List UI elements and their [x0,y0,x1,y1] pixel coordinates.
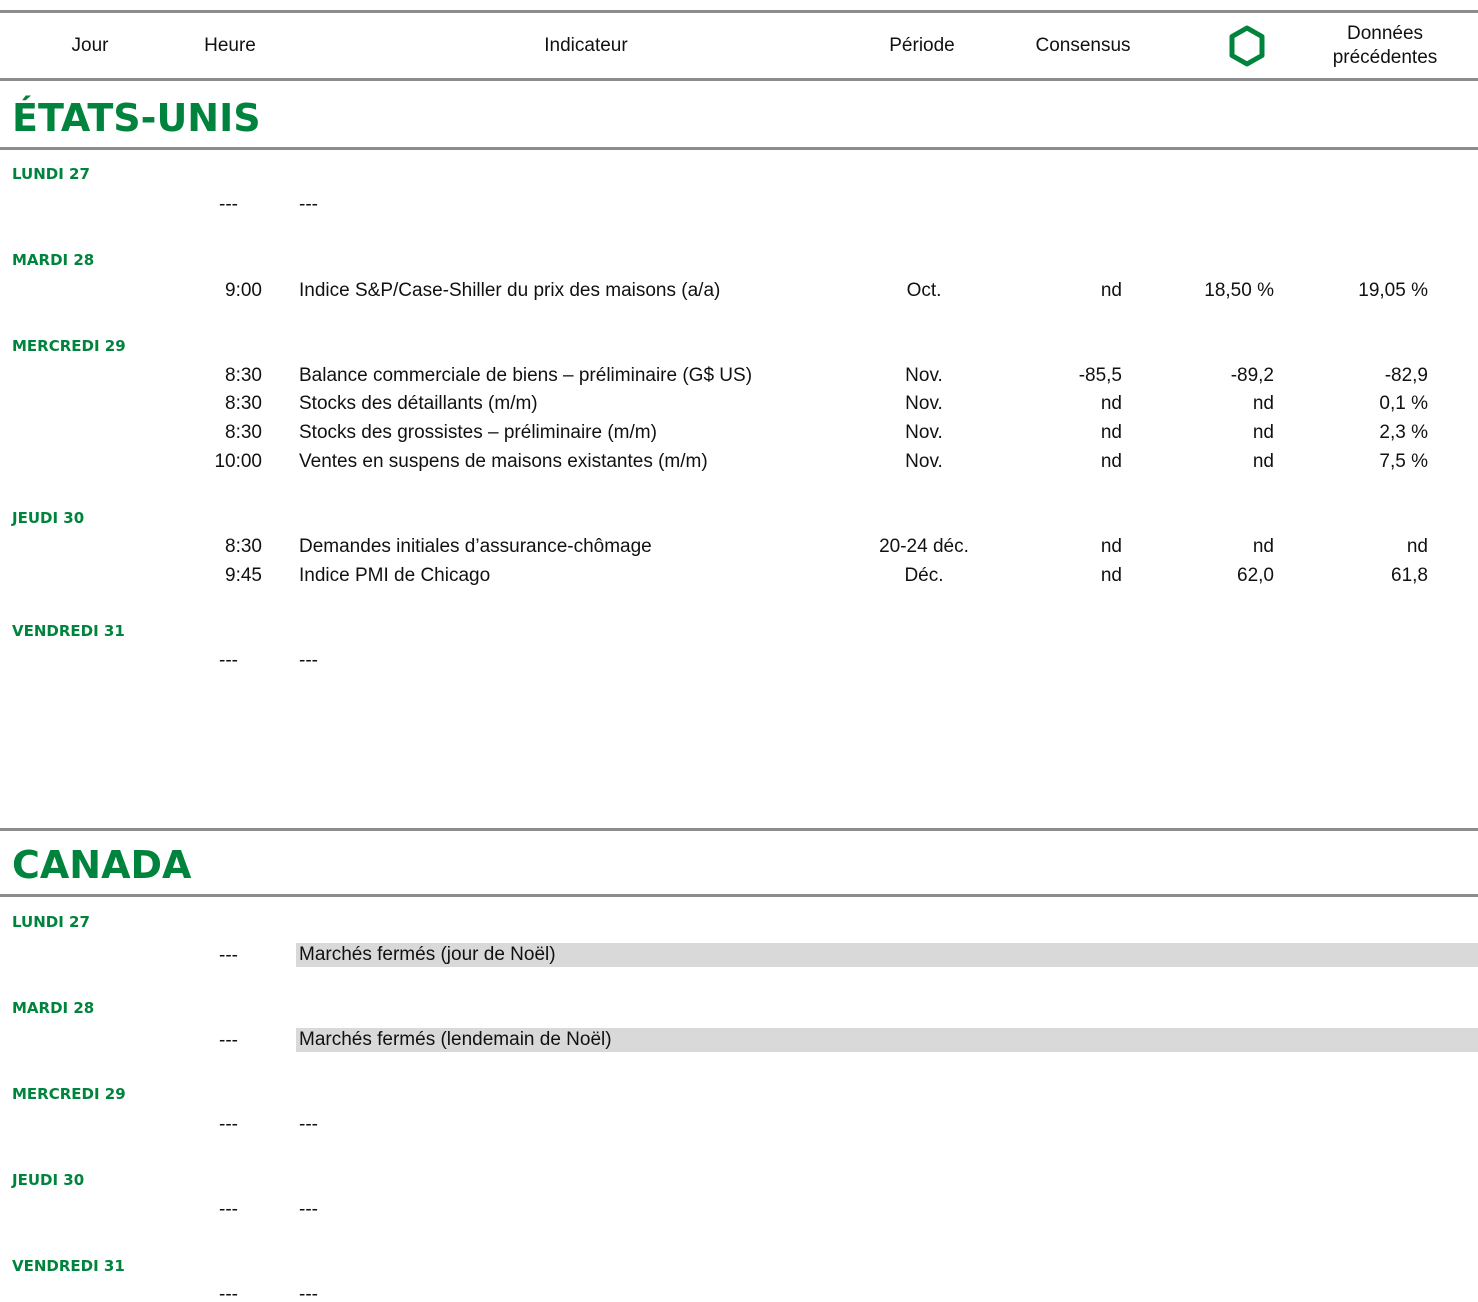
indicator-cell: Indice PMI de Chicago [299,565,491,586]
top-rule [0,10,1478,13]
consensus-cell: nd [1100,422,1122,443]
period-cell: Nov. [905,422,943,443]
us-section-title: ÉTATS-UNIS [12,96,261,140]
period-cell: Nov. [905,451,943,472]
td-forecast-cell: 18,50 % [1204,280,1274,301]
day-label: LUNDI 27 [12,165,90,183]
indicator-cell: Stocks des grossistes – préliminaire (m/… [299,422,657,443]
previous-cell: nd [1406,536,1428,557]
time-cell: 9:00 [225,280,262,301]
table-row: 9:00 Indice S&P/Case-Shiller du prix des … [0,276,1478,305]
table-row: --- --- [0,646,1478,675]
time-cell: 8:30 [225,422,262,443]
indicator-cell: Ventes en suspens de maisons existantes … [299,451,708,472]
day-label: LUNDI 27 [12,913,90,931]
period-cell: Nov. [905,365,943,386]
table-row: 8:30 Demandes initiales d’assurance-chôma… [0,532,1478,561]
time-cell: --- [219,945,238,966]
period-cell: Déc. [904,565,944,586]
table-row: 9:45 Indice PMI de Chicago Déc. nd 62,0 61,8 [0,561,1478,590]
table-header: Jour Heure Indicateur Période Consensus … [0,14,1478,78]
day-label: JEUDI 30 [12,1171,85,1189]
canada-top-rule [0,828,1478,831]
time-cell: --- [219,650,238,671]
canada-section-title: CANADA [12,843,192,887]
previous-cell: 61,8 [1391,565,1428,586]
indicator-cell: --- [299,1114,318,1135]
header-donnees-line2: précédentes [1332,47,1438,68]
day-label: MERCREDI 29 [12,337,126,355]
day-label: VENDREDI 31 [12,622,125,640]
period-cell: Nov. [905,393,943,414]
time-cell: 8:30 [225,365,262,386]
header-donnees-line1: Données [1346,23,1424,44]
previous-cell: 7,5 % [1379,451,1428,472]
header-donnees-precedentes: Données précédentes [1305,14,1465,78]
indicator-cell: --- [299,194,318,215]
td-forecast-cell: nd [1252,536,1274,557]
previous-cell: 19,05 % [1358,280,1428,301]
table-row: --- --- [0,1280,1478,1302]
time-cell: --- [219,1114,238,1135]
table-row: 8:30 Stocks des détaillants (m/m) Nov. nd nd… [0,389,1478,418]
indicator-cell: --- [299,650,318,671]
previous-cell: 0,1 % [1379,393,1428,414]
market-closed-banner: Marchés fermés (lendemain de Noël) [296,1028,1478,1052]
td-forecast-cell: -89,2 [1230,365,1274,386]
table-row: --- Marchés fermés (jour de Noël) [0,941,1478,970]
previous-cell: 2,3 % [1379,422,1428,443]
table-row: --- --- [0,1110,1478,1139]
table-row: 10:00 Ventes en suspens de maisons exista… [0,447,1478,476]
table-row: 8:30 Stocks des grossistes – préliminaire… [0,418,1478,447]
period-cell: 20-24 déc. [879,536,969,557]
indicator-cell: Balance commerciale de biens – prélimina… [299,365,753,386]
us-title-rule [0,147,1478,150]
time-cell: --- [219,1284,238,1302]
consensus-cell: nd [1100,280,1122,301]
table-row: --- --- [0,190,1478,219]
time-cell: 8:30 [225,536,262,557]
td-forecast-cell: nd [1252,451,1274,472]
table-row: 8:30 Balance commerciale de biens – préli… [0,361,1478,390]
td-forecast-cell: 62,0 [1237,565,1274,586]
table-row: --- Marchés fermés (lendemain de Noël) [0,1026,1478,1055]
indicator-cell: Stocks des détaillants (m/m) [299,393,538,414]
day-label: MARDI 28 [12,999,95,1017]
header-periode: Période [889,35,955,56]
consensus-cell: nd [1100,536,1122,557]
header-jour: Jour [71,35,109,56]
time-cell: --- [219,194,238,215]
consensus-cell: -85,5 [1078,365,1122,386]
previous-cell: -82,9 [1384,365,1428,386]
consensus-cell: nd [1100,565,1122,586]
table-row: --- --- [0,1195,1478,1224]
time-cell: 9:45 [225,565,262,586]
time-cell: 10:00 [214,451,262,472]
time-cell: --- [219,1030,238,1051]
day-label: MARDI 28 [12,251,95,269]
indicator-cell: --- [299,1284,318,1302]
header-heure: Heure [204,35,256,56]
indicator-cell: Indice S&P/Case-Shiller du prix des mais… [299,280,721,301]
day-label: JEUDI 30 [12,509,85,527]
day-label: VENDREDI 31 [12,1257,125,1275]
consensus-cell: nd [1100,451,1122,472]
header-rule [0,78,1478,81]
hexagon-logo-icon [1222,14,1272,78]
canada-title-rule [0,894,1478,897]
indicator-cell: Demandes initiales d’assurance-chômage [299,536,652,557]
header-indicateur: Indicateur [544,35,628,56]
period-cell: Oct. [906,280,942,301]
market-closed-banner: Marchés fermés (jour de Noël) [296,943,1478,967]
td-forecast-cell: nd [1252,422,1274,443]
indicator-cell: --- [299,1199,318,1220]
time-cell: --- [219,1199,238,1220]
header-consensus: Consensus [1035,35,1131,56]
day-label: MERCREDI 29 [12,1085,126,1103]
time-cell: 8:30 [225,393,262,414]
consensus-cell: nd [1100,393,1122,414]
td-forecast-cell: nd [1252,393,1274,414]
